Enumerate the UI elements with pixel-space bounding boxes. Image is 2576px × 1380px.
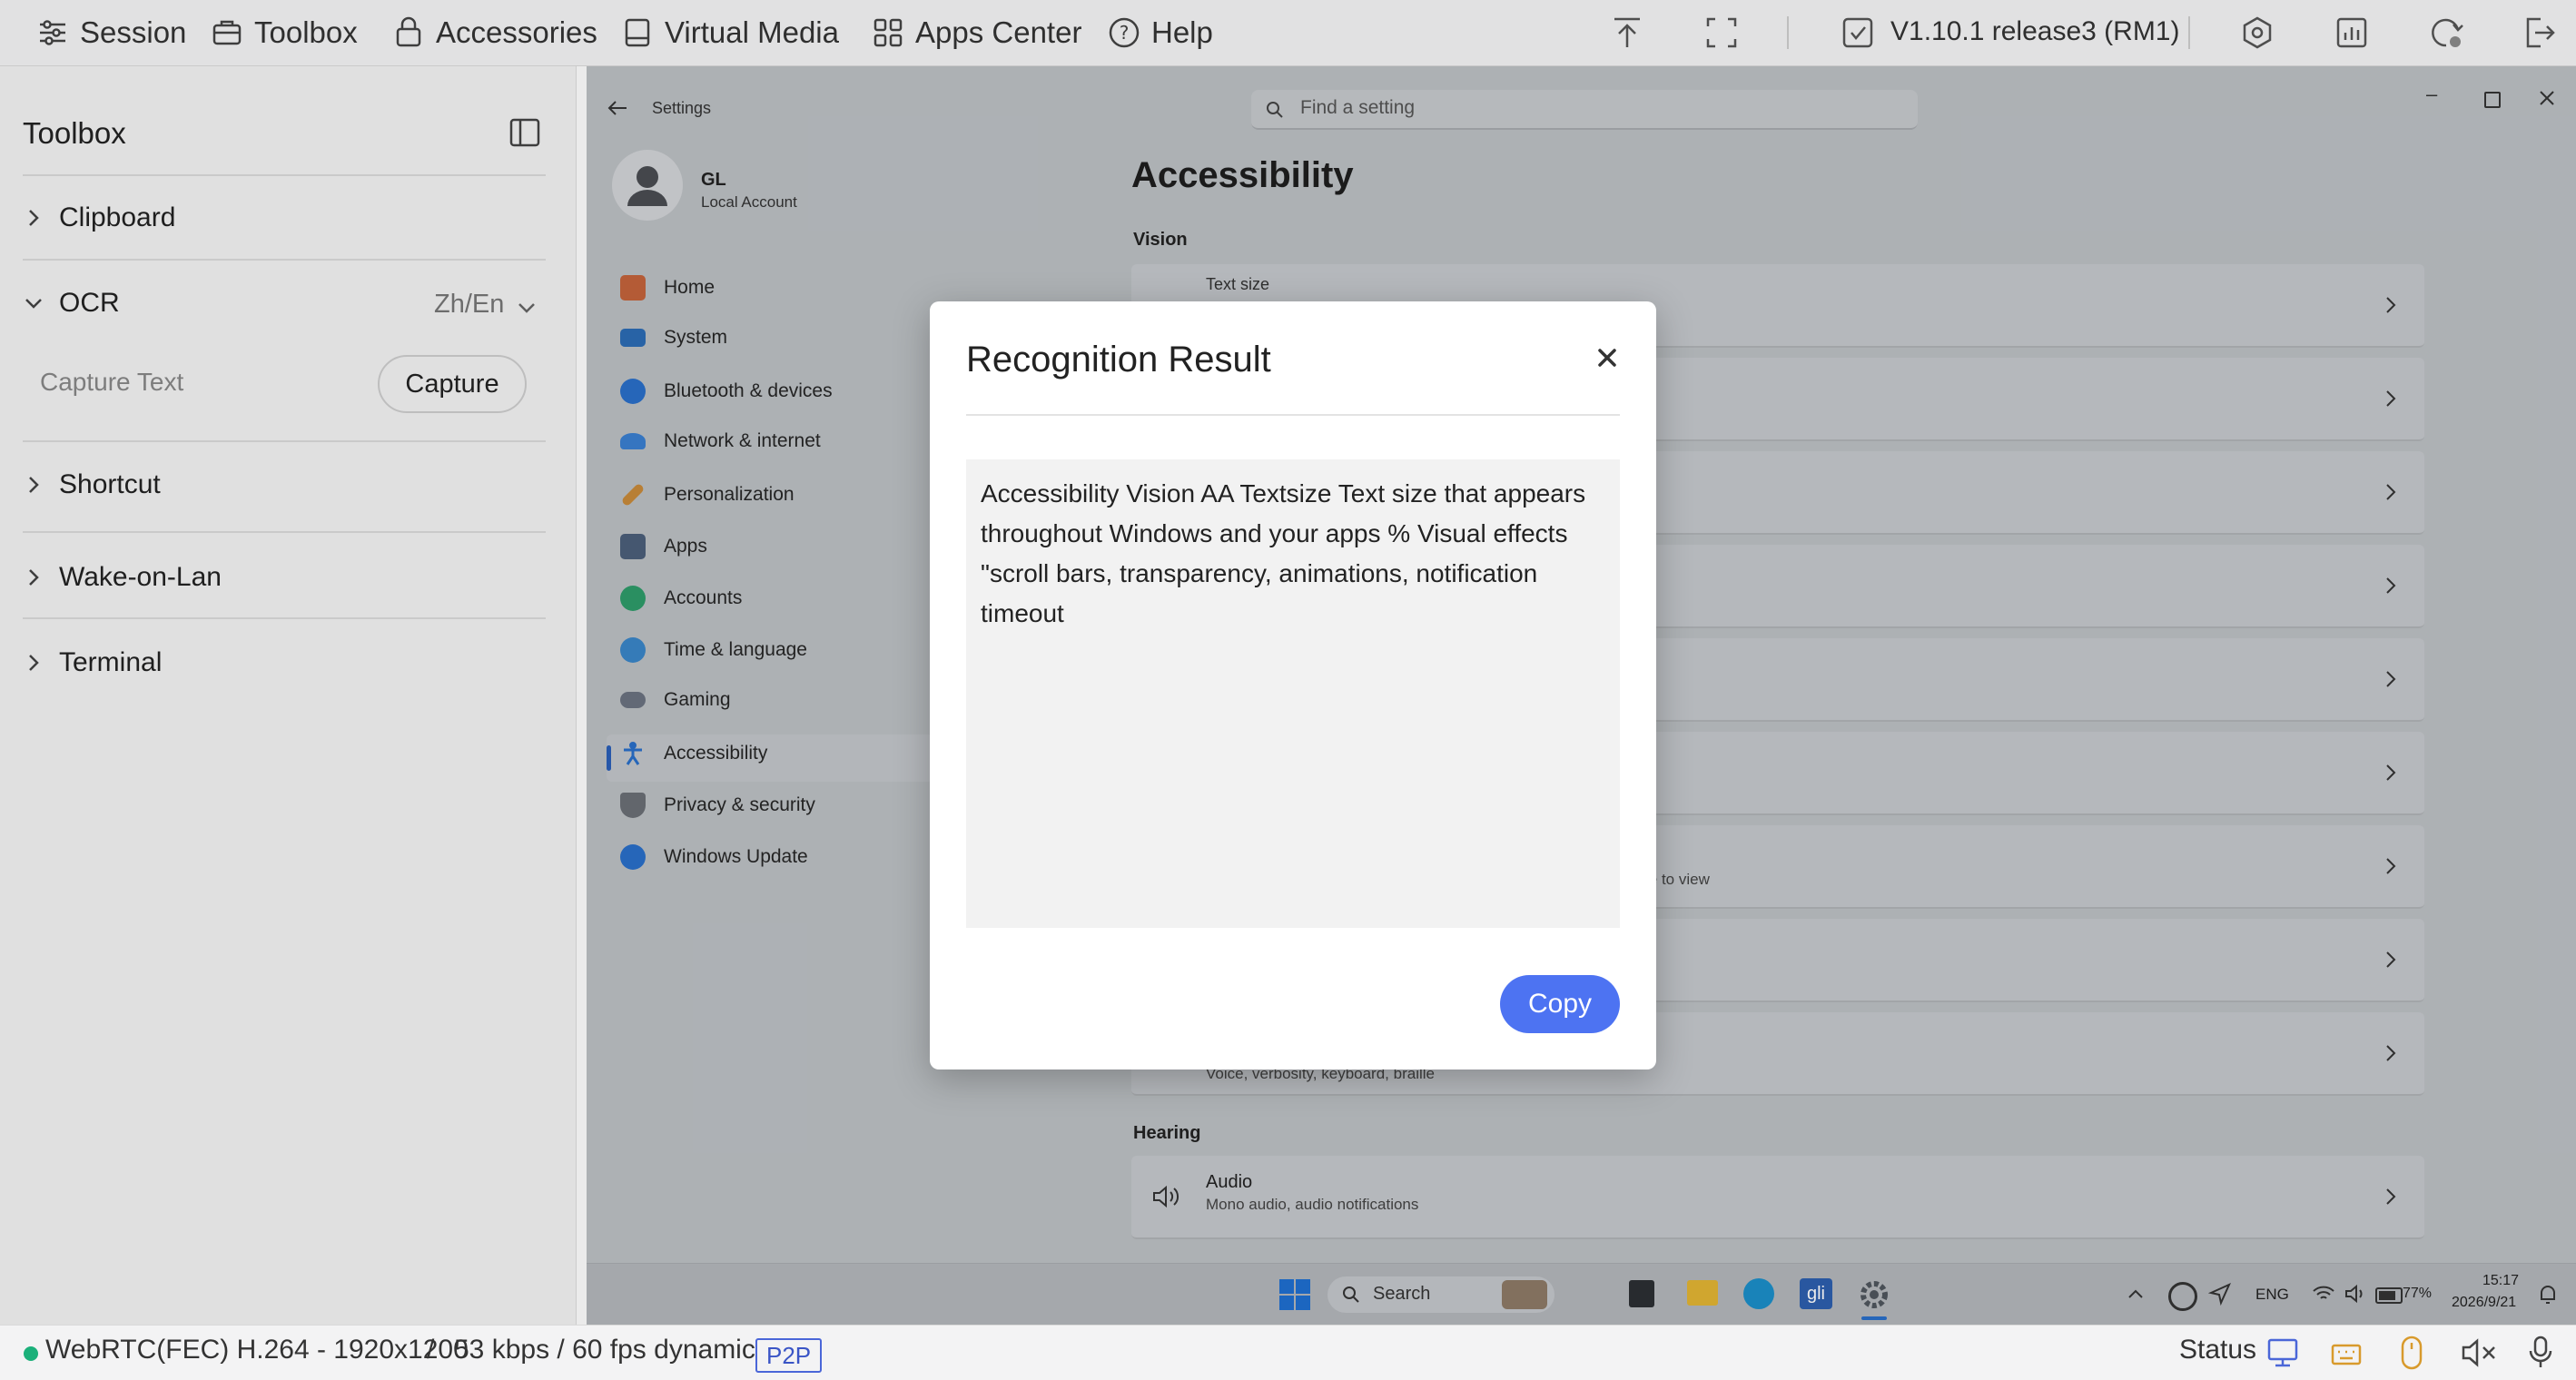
status-bar: WebRTC(FEC) H.264 - 1920x1200 / 53 kbps … [0,1325,2576,1380]
p2p-badge: P2P [755,1338,823,1373]
dialog-title: Recognition Result [966,340,1271,380]
dialog-divider [966,414,1620,416]
speaker-muted-icon[interactable] [2461,1336,2497,1369]
close-icon[interactable] [1593,343,1622,372]
status-label[interactable]: Status [2179,1335,2256,1365]
connection-status-dot [24,1346,38,1361]
recognition-result-dialog: Recognition Result Accessibility Vision … [930,301,1656,1070]
status-separator: / [427,1335,435,1365]
mouse-icon[interactable] [2395,1335,2428,1371]
copy-button[interactable]: Copy [1500,975,1620,1033]
monitor-icon[interactable] [2266,1336,2299,1369]
bitrate-info: 53 kbps / 60 fps dynamic [454,1335,755,1365]
microphone-icon[interactable] [2526,1335,2555,1371]
keyboard-icon[interactable] [2330,1336,2363,1369]
connection-info: WebRTC(FEC) H.264 - 1920x1200 [45,1335,469,1365]
recognition-result-text[interactable]: Accessibility Vision AA Textsize Text si… [966,459,1620,928]
